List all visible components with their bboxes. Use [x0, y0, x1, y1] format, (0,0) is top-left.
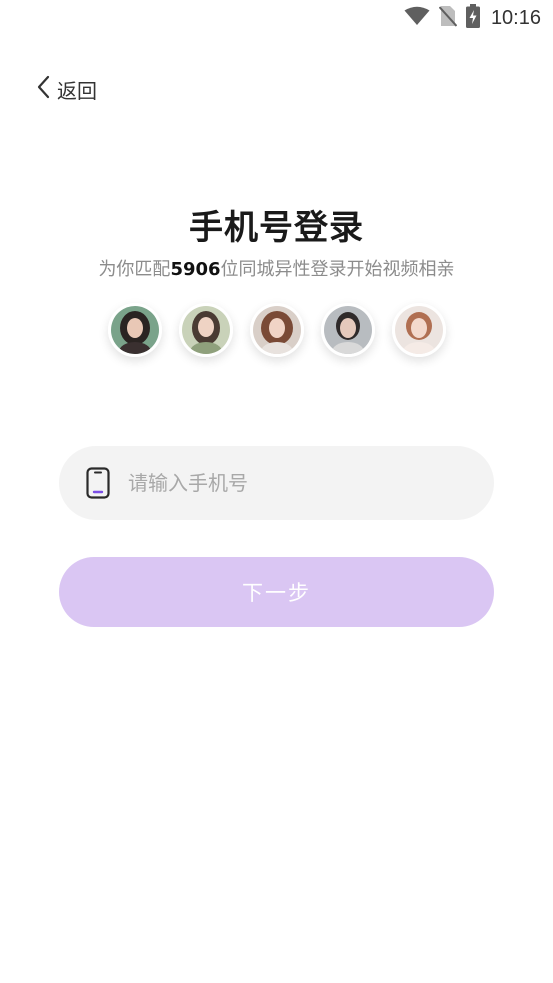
avatar-5: [392, 303, 446, 357]
phone-input[interactable]: [128, 463, 458, 503]
next-button[interactable]: 下一步: [59, 557, 494, 627]
status-time: 10:16: [490, 6, 541, 29]
subtitle: 为你匹配5906位同城异性登录开始视频相亲: [0, 255, 553, 281]
page-title: 手机号登录: [189, 208, 364, 248]
phone-field[interactable]: [59, 446, 494, 520]
no-sim-icon: [438, 5, 458, 31]
back-label: 返回: [57, 78, 97, 103]
status-icons: 10:16: [404, 4, 541, 32]
avatar-row: [108, 303, 448, 361]
avatar-4: [321, 303, 375, 357]
subtitle-suffix: 位同城异性登录开始视频相亲: [220, 259, 455, 280]
status-bar: 10:16: [0, 0, 553, 36]
avatar-2: [179, 303, 233, 357]
back-button[interactable]: 返回: [35, 73, 97, 105]
avatar-3: [250, 303, 304, 357]
match-count: 5906: [170, 259, 221, 280]
subtitle-prefix: 为你匹配: [98, 259, 171, 280]
battery-charging-icon: [465, 4, 480, 32]
avatar-1: [108, 303, 162, 357]
wifi-icon: [404, 6, 430, 30]
chevron-left-icon: [35, 74, 53, 104]
mobile-phone-icon: [86, 467, 110, 499]
